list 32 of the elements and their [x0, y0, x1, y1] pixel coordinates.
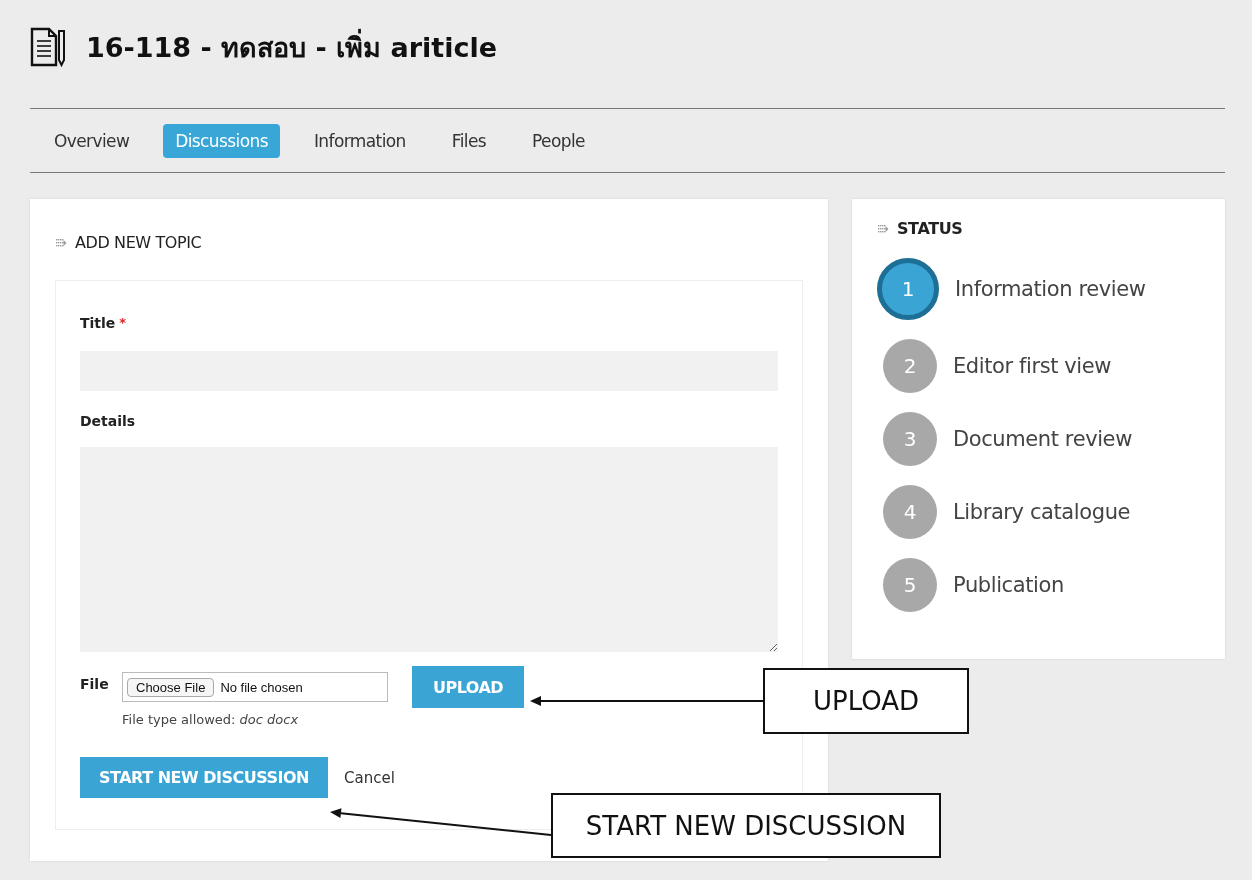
tab[interactable]: Overview [42, 123, 142, 158]
step-label: Publication [953, 573, 1064, 597]
drag-handle-icon [877, 223, 889, 234]
tab[interactable]: Files [439, 123, 499, 158]
section-heading: STATUS [897, 219, 963, 238]
cancel-link[interactable]: Cancel [344, 768, 395, 787]
document-pencil-icon [30, 27, 66, 67]
step-number-badge: 5 [883, 558, 937, 612]
step-number-badge: 3 [883, 412, 937, 466]
choose-file-button[interactable]: Choose File [127, 677, 215, 697]
step-number-badge: 1 [877, 258, 939, 320]
field-label: Details [80, 413, 136, 429]
step-label: Editor first view [953, 354, 1112, 378]
page-title: 16-118 - ทดสอบ - เพิ่ม ariticle [86, 28, 498, 65]
tab[interactable]: Information [301, 123, 418, 158]
tab[interactable]: People [520, 123, 597, 158]
step-label: Information review [955, 277, 1146, 301]
callout-box: UPLOAD [763, 668, 969, 734]
details-text-area[interactable] [80, 447, 778, 652]
file-type-hint: File type allowed: doc docx [122, 712, 300, 727]
step-label: Library catalogue [953, 500, 1131, 524]
step-number-badge: 2 [883, 339, 937, 393]
callout-box: START NEW DISCUSSION [551, 793, 941, 858]
section-heading: ADD NEW TOPIC [75, 233, 202, 252]
drag-handle-icon [55, 237, 67, 248]
step-label: Document review [953, 427, 1132, 451]
field-label: File [80, 676, 110, 692]
field-label: Title [80, 315, 116, 331]
file-input-field[interactable]: Choose File No file chosen [122, 672, 388, 702]
file-status: No file chosen [220, 679, 303, 695]
required-mark: * [119, 315, 127, 330]
step-number-badge: 4 [883, 485, 937, 539]
